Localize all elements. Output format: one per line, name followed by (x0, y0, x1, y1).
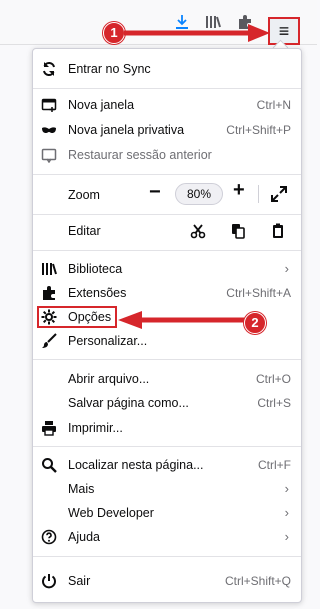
separator (33, 359, 301, 360)
step-1-arrow (124, 24, 270, 42)
chevron-right-icon: › (284, 529, 289, 544)
private-mask-icon (42, 127, 56, 133)
zoom-out-button[interactable]: − (149, 181, 161, 204)
web-developer-label: Web Developer (68, 506, 154, 520)
zoom-reset-button[interactable]: 80% (175, 183, 223, 205)
find-shortcut: Ctrl+F (258, 458, 291, 472)
library-label: Biblioteca (68, 262, 123, 276)
cut-icon[interactable] (190, 223, 206, 239)
step-2-arrow (118, 311, 246, 329)
menu-zoom-row: Zoom − 80% + (33, 179, 301, 207)
open-file-label: Abrir arquivo... (68, 372, 150, 386)
menu-item-save-page[interactable]: Salvar página como... Ctrl+S (33, 391, 301, 415)
paintbrush-icon (42, 333, 57, 348)
menu-item-customize[interactable]: Personalizar... (33, 329, 301, 353)
sync-label: Entrar no Sync (68, 62, 151, 76)
menu-item-help[interactable]: Ajuda › (33, 525, 301, 549)
paste-icon[interactable] (270, 223, 286, 239)
copy-icon[interactable] (230, 223, 246, 239)
menu-item-more[interactable]: Mais › (33, 477, 301, 501)
power-icon (42, 574, 56, 589)
sync-icon (43, 61, 55, 77)
separator (33, 214, 301, 215)
open-file-shortcut: Ctrl+O (255, 372, 291, 386)
menu-item-sync[interactable]: Entrar no Sync (33, 57, 301, 81)
zoom-divider (258, 185, 259, 203)
menu-item-new-window[interactable]: Nova janela Ctrl+N (33, 93, 301, 117)
new-window-label: Nova janela (68, 98, 135, 112)
menu-item-library[interactable]: Biblioteca › (33, 257, 301, 281)
step-1-badge: 1 (103, 22, 125, 44)
gear-icon (41, 309, 57, 325)
more-label: Mais (68, 482, 95, 496)
restore-session-label: Restaurar sessão anterior (68, 148, 212, 162)
separator (33, 88, 301, 89)
library-icon (42, 263, 57, 275)
extensions-shortcut: Ctrl+Shift+A (226, 286, 291, 300)
menu-item-extensions[interactable]: Extensões Ctrl+Shift+A (33, 281, 301, 305)
menu-item-restore-session[interactable]: Restaurar sessão anterior (33, 143, 301, 167)
hamburger-menu-button[interactable]: ≡ (268, 17, 300, 45)
save-page-shortcut: Ctrl+S (257, 396, 291, 410)
zoom-in-button[interactable]: + (233, 179, 245, 202)
menu-edit-row: Editar (33, 219, 301, 243)
help-icon (41, 529, 57, 545)
restore-session-icon (41, 148, 57, 163)
help-label: Ajuda (68, 530, 100, 544)
separator (33, 250, 301, 251)
extensions-label: Extensões (68, 286, 127, 300)
find-label: Localizar nesta página... (68, 458, 204, 472)
options-label: Opções (68, 310, 112, 324)
menu-item-web-developer[interactable]: Web Developer › (33, 501, 301, 525)
zoom-label: Zoom (68, 188, 100, 202)
print-label: Imprimir... (68, 421, 123, 435)
chevron-right-icon: › (284, 261, 289, 276)
customize-label: Personalizar... (68, 334, 148, 348)
menu-item-open-file[interactable]: Abrir arquivo... Ctrl+O (33, 367, 301, 391)
quit-label: Sair (68, 574, 91, 588)
separator (33, 174, 301, 175)
menu-item-print[interactable]: Imprimir... (33, 416, 301, 440)
menu-item-private-window[interactable]: Nova janela privativa Ctrl+Shift+P (33, 118, 301, 142)
hamburger-menu-icon: ≡ (278, 21, 290, 41)
chevron-right-icon: › (284, 505, 289, 520)
step-2-badge: 2 (244, 312, 266, 334)
printer-icon (42, 421, 56, 436)
separator (33, 556, 301, 557)
fullscreen-icon[interactable] (271, 186, 287, 202)
new-window-icon (41, 98, 57, 112)
quit-shortcut: Ctrl+Shift+Q (224, 574, 291, 588)
save-page-label: Salvar página como... (68, 396, 189, 410)
new-window-shortcut: Ctrl+N (256, 98, 291, 112)
edit-label: Editar (68, 224, 101, 238)
menu-item-quit[interactable]: Sair Ctrl+Shift+Q (33, 569, 301, 593)
chevron-right-icon: › (284, 481, 289, 496)
private-window-label: Nova janela privativa (68, 123, 185, 137)
puzzle-piece-icon (43, 286, 55, 300)
menu-item-find[interactable]: Localizar nesta página... Ctrl+F (33, 453, 301, 477)
separator (33, 446, 301, 447)
search-icon (42, 458, 57, 473)
private-window-shortcut: Ctrl+Shift+P (226, 123, 291, 137)
